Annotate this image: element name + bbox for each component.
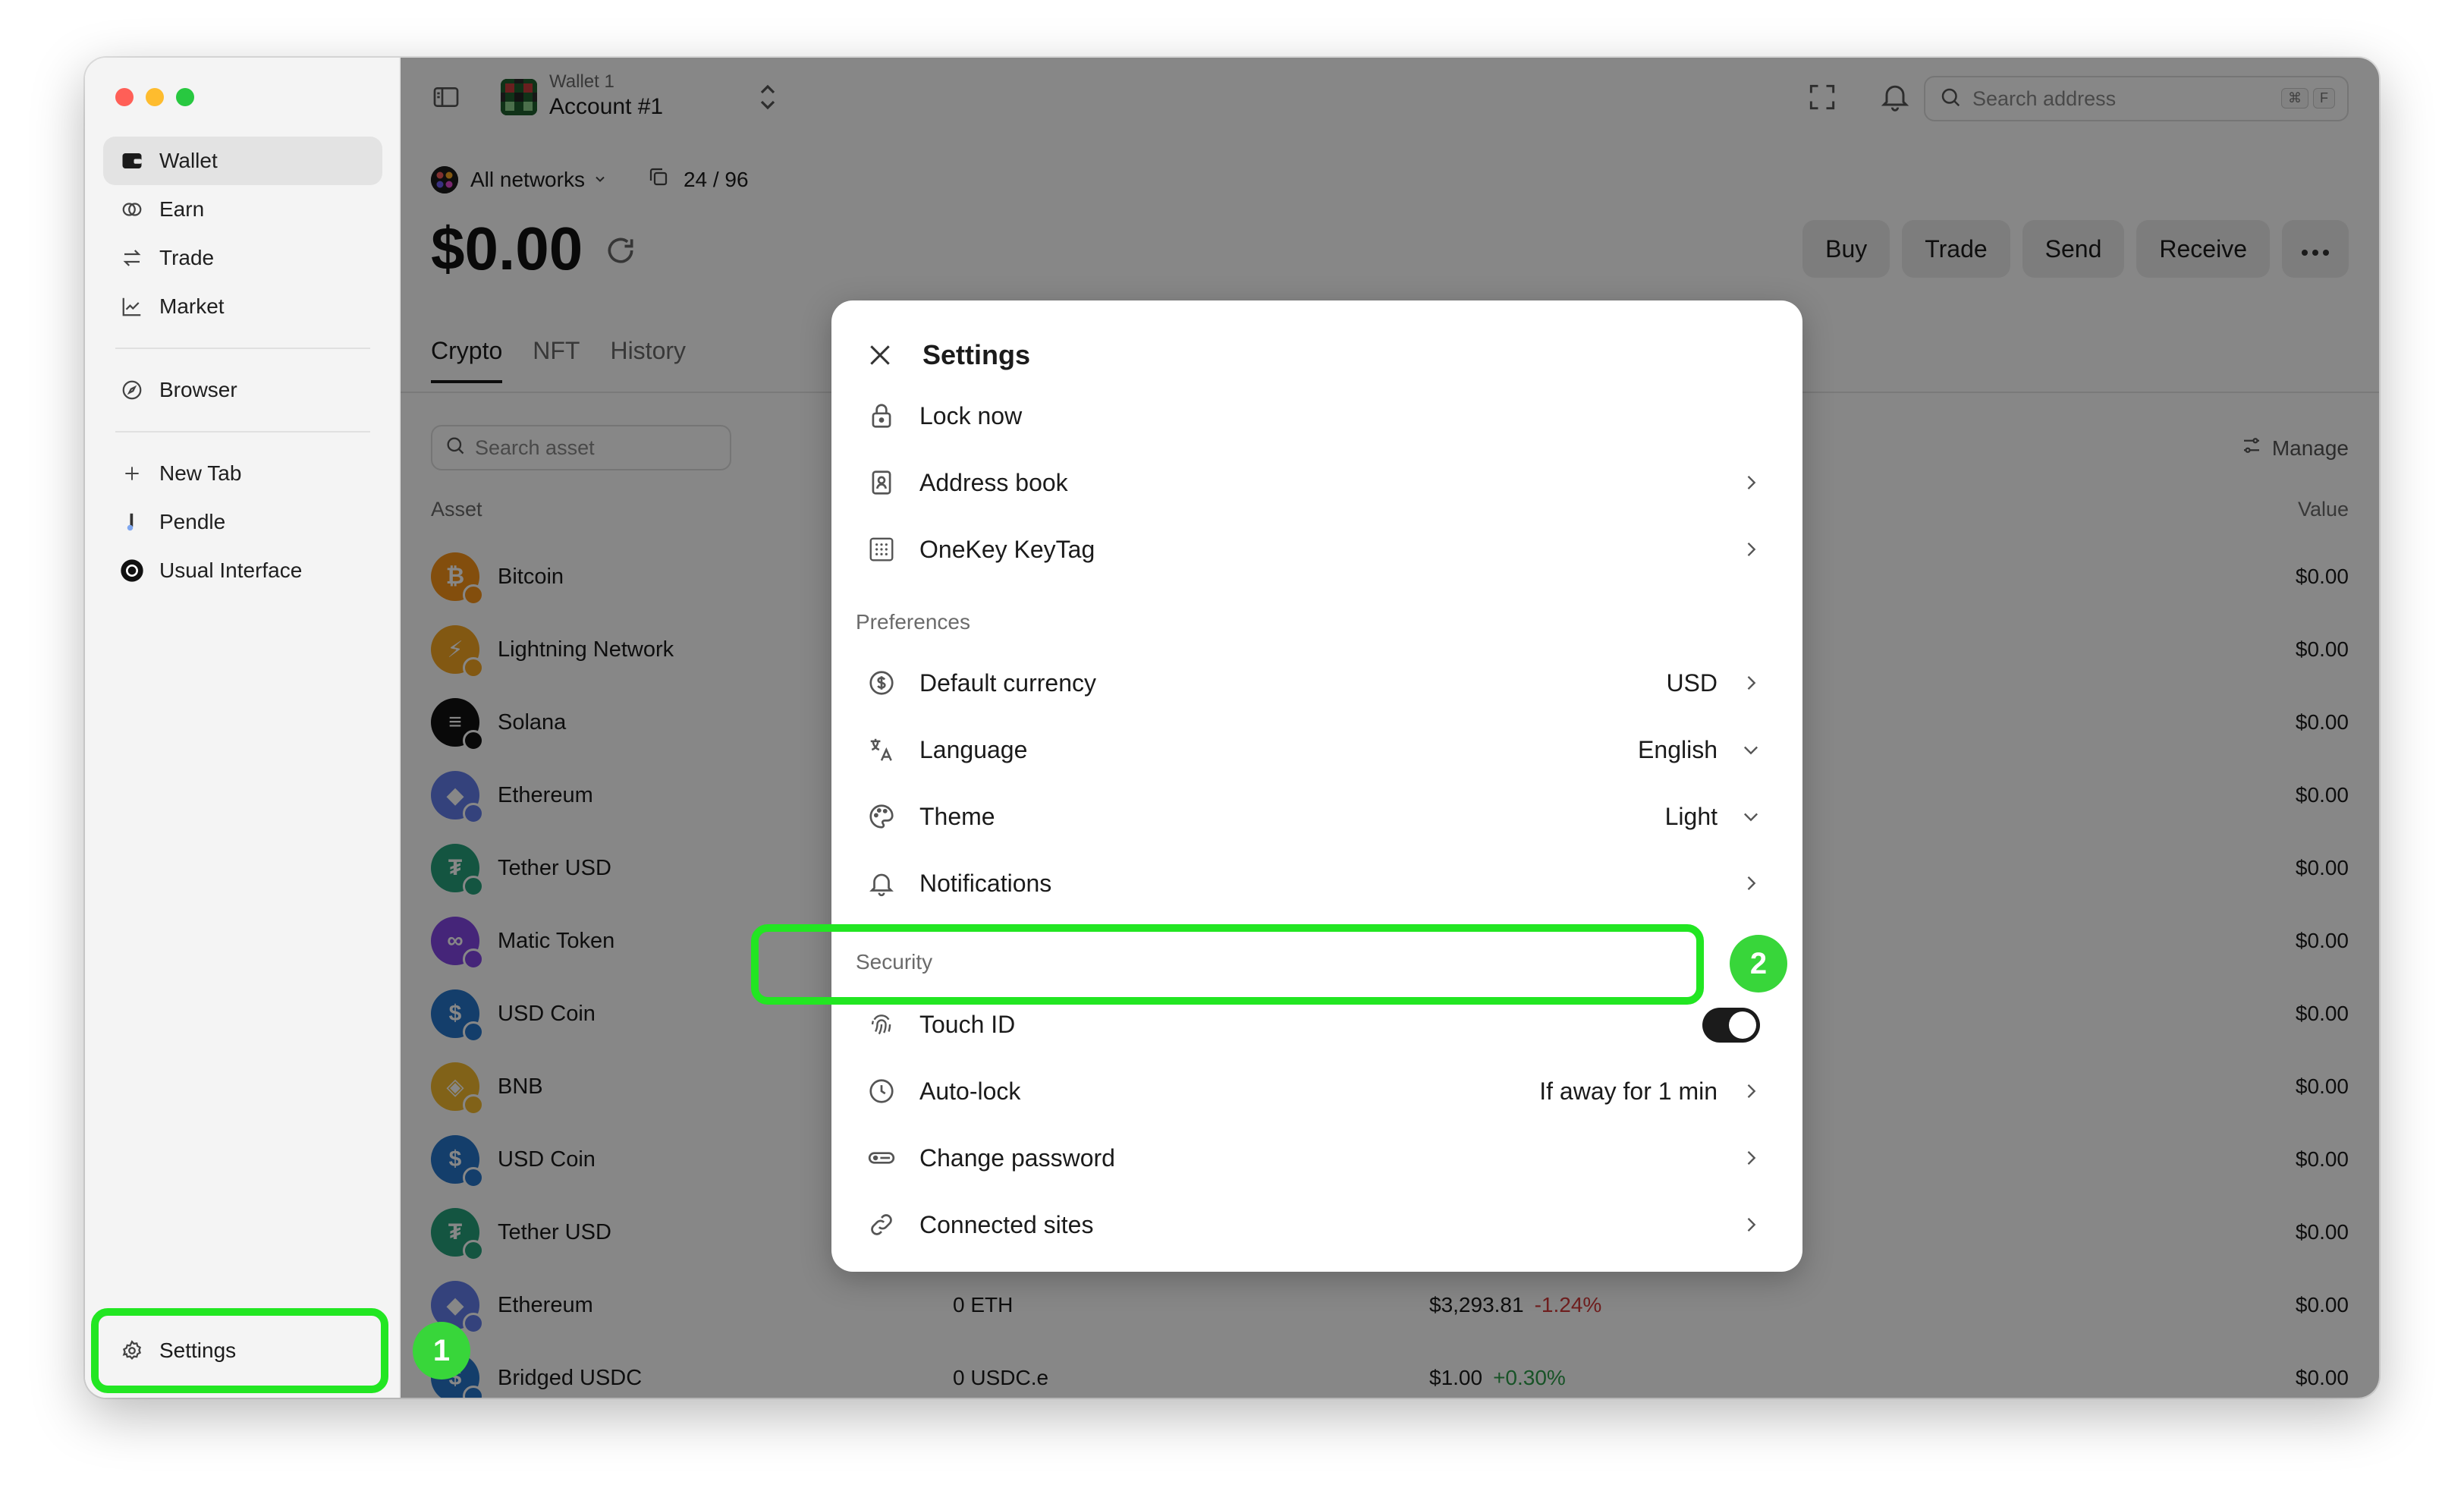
highlight-settings [91, 1308, 388, 1393]
sidebar-item-label: Wallet [159, 149, 218, 172]
minimize-window-button[interactable] [146, 88, 164, 106]
palette-icon [865, 800, 898, 833]
settings-item-default-currency[interactable]: Default currency USD [850, 650, 1784, 716]
key-icon [865, 1141, 898, 1175]
sidebar-item-pendle[interactable]: Pendle [103, 498, 382, 546]
sidebar-item-new-tab[interactable]: New Tab [103, 449, 382, 498]
theme-value: Light [1664, 802, 1718, 830]
preferences-section-header: Preferences [856, 610, 970, 634]
sidebar-item-browser[interactable]: Browser [103, 366, 382, 414]
settings-item-label: Auto-lock [919, 1077, 1021, 1105]
chevron-right-icon [1740, 539, 1762, 560]
chevron-down-icon [1740, 739, 1762, 760]
default-currency-value: USD [1666, 668, 1718, 697]
sidebar-nav: Wallet Earn Trade Market Browser New Tab… [103, 137, 382, 595]
settings-item-label: Theme [919, 802, 995, 830]
dollar-circle-icon [865, 666, 898, 700]
chevron-right-icon [1740, 1147, 1762, 1169]
language-value: English [1638, 735, 1718, 763]
settings-item-connected-sites[interactable]: Connected sites [850, 1191, 1784, 1258]
translate-icon [865, 733, 898, 766]
sidebar-item-label: Browser [159, 378, 237, 401]
chevron-right-icon [1740, 873, 1762, 894]
sidebar-item-label: Earn [159, 197, 205, 221]
sidebar-item-label: Market [159, 294, 225, 318]
clock-icon [865, 1074, 898, 1108]
browser-icon [118, 376, 146, 404]
settings-item-label: Change password [919, 1144, 1115, 1172]
pendle-icon [118, 508, 146, 536]
lock-icon [865, 399, 898, 433]
sidebar-item-usual-interface[interactable]: Usual Interface [103, 546, 382, 595]
close-window-button[interactable] [115, 88, 134, 106]
sidebar-item-earn[interactable]: Earn [103, 185, 382, 234]
chevron-right-icon [1740, 1081, 1762, 1102]
settings-item-language[interactable]: Language English [850, 716, 1784, 783]
settings-item-theme[interactable]: Theme Light [850, 783, 1784, 850]
plus-icon [118, 460, 146, 487]
chevron-down-icon [1740, 806, 1762, 827]
trade-icon [118, 244, 146, 272]
sidebar-item-label: Pendle [159, 510, 226, 533]
settings-item-label: Address book [919, 468, 1068, 496]
settings-item-label: Touch ID [919, 1010, 1016, 1038]
earn-icon [118, 196, 146, 223]
chevron-right-icon [1740, 472, 1762, 493]
step-badge-2: 2 [1730, 935, 1787, 993]
auto-lock-value: If away for 1 min [1539, 1077, 1718, 1105]
settings-item-label: Notifications [919, 869, 1052, 897]
sidebar-divider [115, 348, 370, 349]
chevron-right-icon [1740, 1214, 1762, 1235]
settings-item-notifications[interactable]: Notifications [850, 850, 1784, 917]
toggle-knob [1729, 1011, 1756, 1039]
settings-item-lock-now[interactable]: Lock now [850, 382, 1784, 449]
settings-item-label: Default currency [919, 668, 1096, 697]
sidebar-item-wallet[interactable]: Wallet [103, 137, 382, 185]
window-controls [115, 88, 194, 106]
settings-item-label: OneKey KeyTag [919, 535, 1095, 563]
sidebar-item-trade[interactable]: Trade [103, 234, 382, 282]
settings-title: Settings [922, 339, 1031, 370]
app-window: Wallet Earn Trade Market Browser New Tab… [85, 58, 2379, 1398]
link-icon [865, 1208, 898, 1241]
settings-item-auto-lock[interactable]: Auto-lock If away for 1 min [850, 1058, 1784, 1125]
settings-item-change-password[interactable]: Change password [850, 1125, 1784, 1191]
settings-item-label: Language [919, 735, 1028, 763]
close-icon[interactable] [862, 337, 898, 373]
settings-dialog: Settings Lock now Address book OneKey Ke… [831, 300, 1802, 1272]
settings-item-keytag[interactable]: OneKey KeyTag [850, 516, 1784, 583]
touch-id-toggle[interactable] [1702, 1008, 1760, 1043]
keytag-icon [865, 533, 898, 566]
settings-item-label: Connected sites [919, 1210, 1094, 1238]
settings-item-address-book[interactable]: Address book [850, 449, 1784, 516]
sidebar-item-label: Trade [159, 246, 215, 269]
market-icon [118, 293, 146, 320]
wallet-icon [118, 147, 146, 175]
sidebar-divider [115, 431, 370, 433]
sidebar-item-label: Usual Interface [159, 558, 303, 582]
settings-item-label: Lock now [919, 401, 1023, 429]
address-book-icon [865, 466, 898, 499]
highlight-touch-id [751, 924, 1704, 1005]
sidebar: Wallet Earn Trade Market Browser New Tab… [85, 58, 401, 1398]
bell-icon [865, 867, 898, 900]
sidebar-item-label: New Tab [159, 461, 242, 485]
settings-header: Settings [862, 323, 1030, 387]
step-badge-1: 1 [413, 1322, 470, 1379]
fingerprint-icon [865, 1008, 898, 1041]
zoom-window-button[interactable] [176, 88, 194, 106]
usual-icon [118, 557, 146, 584]
sidebar-item-market[interactable]: Market [103, 282, 382, 331]
chevron-right-icon [1740, 672, 1762, 694]
